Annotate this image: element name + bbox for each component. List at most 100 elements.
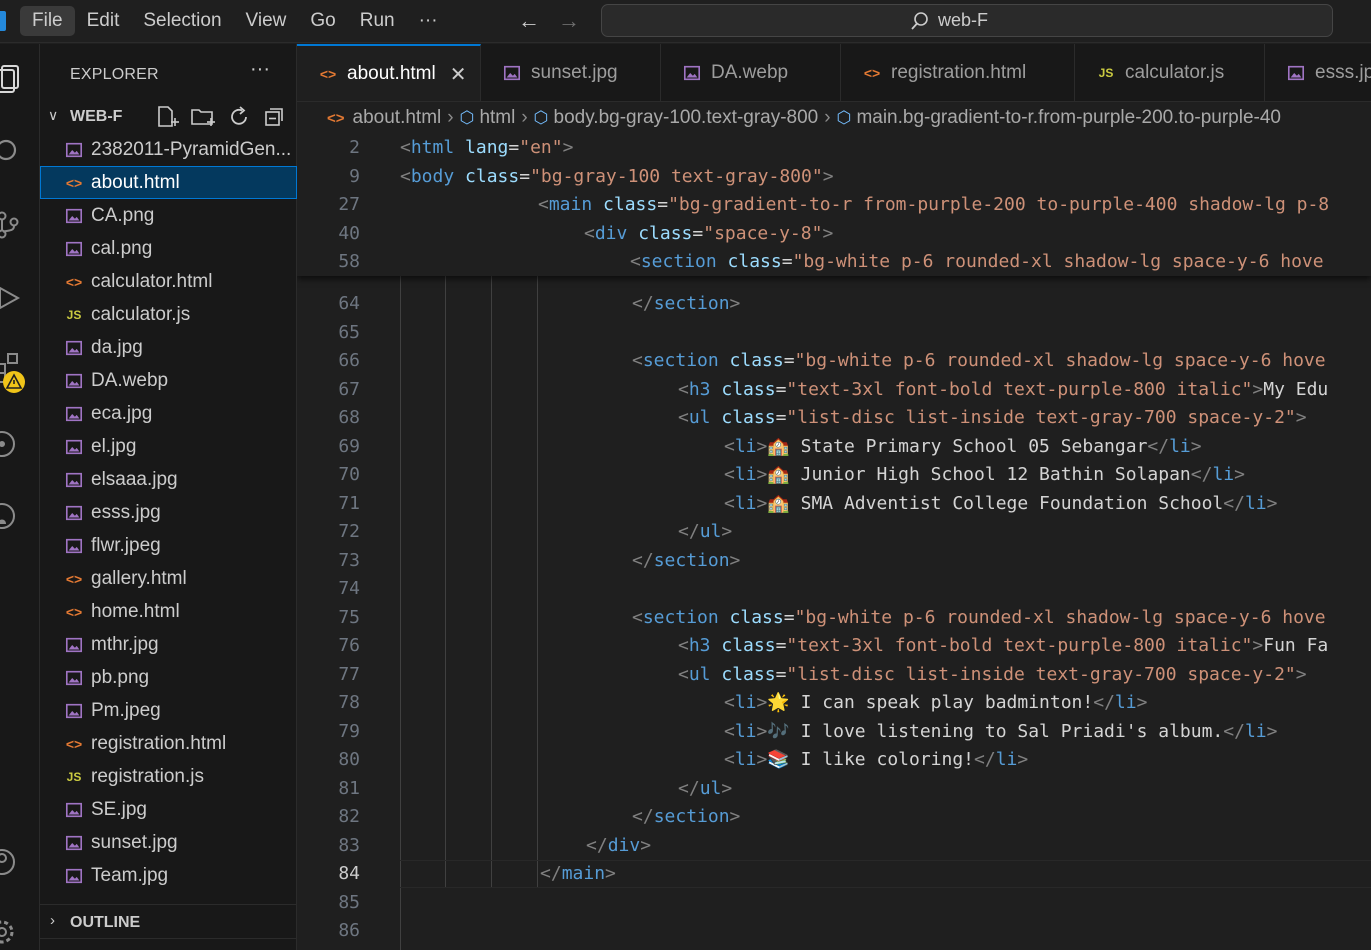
code-line[interactable]: 84 </main>: [297, 860, 1371, 888]
code-text: <ul class="list-disc list-inside text-gr…: [678, 407, 1307, 428]
sticky-line[interactable]: 27 <main class="bg-gradient-to-r from-pur…: [297, 191, 1371, 219]
file-item[interactable]: <> about.html: [40, 166, 297, 199]
file-item[interactable]: JS registration.js: [40, 760, 297, 793]
settings-gear-icon[interactable]: [0, 914, 24, 950]
file-item[interactable]: DA.webp: [40, 364, 297, 397]
file-item[interactable]: esss.jpg: [40, 496, 297, 529]
file-item[interactable]: SE.jpg: [40, 793, 297, 826]
file-item[interactable]: pb.png: [40, 661, 297, 694]
file-item[interactable]: cal.png: [40, 232, 297, 265]
code-line[interactable]: 73 </section>: [297, 547, 1371, 575]
github-icon[interactable]: [0, 498, 24, 534]
file-item[interactable]: <> registration.html: [40, 727, 297, 760]
line-number: 73: [338, 549, 360, 571]
sticky-line[interactable]: 40 <div class="space-y-8">: [297, 220, 1371, 248]
breadcrumb-file[interactable]: about.html: [353, 107, 442, 129]
code-line[interactable]: 77 <ul class="list-disc list-inside text-…: [297, 661, 1371, 689]
editor-tab[interactable]: DA.webp: [661, 44, 841, 101]
file-item[interactable]: JS calculator.js: [40, 298, 297, 331]
run-debug-icon[interactable]: [0, 280, 24, 316]
code-line[interactable]: 85: [297, 889, 1371, 917]
file-item[interactable]: da.jpg: [40, 331, 297, 364]
code-line[interactable]: 65: [297, 319, 1371, 347]
account-icon[interactable]: [0, 844, 24, 880]
search-activity-icon[interactable]: [0, 134, 24, 170]
timeline-section-header[interactable]: [40, 938, 297, 950]
remote-explorer-icon[interactable]: [0, 426, 24, 462]
command-center-search[interactable]: web-F: [601, 4, 1333, 37]
code-line[interactable]: 83 </div>: [297, 832, 1371, 860]
code-text: </section>: [632, 549, 741, 571]
forward-arrow-icon[interactable]: →: [558, 8, 580, 34]
file-item[interactable]: el.jpg: [40, 430, 297, 463]
explorer-icon[interactable]: [0, 64, 24, 100]
source-control-icon[interactable]: [0, 206, 24, 242]
code-line[interactable]: 69 <li>🏫 State Primary School 05 Sebangar…: [297, 433, 1371, 461]
code-editor[interactable]: 2 <html lang="en"> 9 <body class="bg-gray-1…: [297, 134, 1371, 950]
menu-file[interactable]: File: [20, 6, 75, 36]
code-line[interactable]: 81 </ul>: [297, 775, 1371, 803]
sticky-line[interactable]: 9 <body class="bg-gray-100 text-gray-800"…: [297, 163, 1371, 191]
file-name: da.jpg: [91, 336, 143, 358]
new-file-icon[interactable]: [154, 104, 180, 130]
workspace-folder-header[interactable]: ∨ WEB-F: [40, 102, 297, 132]
refresh-icon[interactable]: [226, 104, 252, 130]
code-line[interactable]: 75 <section class="bg-white p-6 rounded-x…: [297, 604, 1371, 632]
file-item[interactable]: 2382011-PyramidGen...: [40, 133, 297, 166]
code-line[interactable]: 71 <li>🏫 SMA Adventist College Foundation…: [297, 490, 1371, 518]
sticky-line[interactable]: 58 <section class="bg-white p-6 rounded-x…: [297, 248, 1371, 276]
file-item[interactable]: Team.jpg: [40, 859, 297, 892]
code-line[interactable]: 79 <li>🎶 I love listening to Sal Priadi's…: [297, 718, 1371, 746]
file-item[interactable]: CA.png: [40, 199, 297, 232]
code-line[interactable]: 72 </ul>: [297, 518, 1371, 546]
close-tab-icon[interactable]: ✕: [450, 62, 467, 87]
file-item[interactable]: flwr.jpeg: [40, 529, 297, 562]
code-line[interactable]: 68 <ul class="list-disc list-inside text-…: [297, 404, 1371, 432]
new-folder-icon[interactable]: [190, 104, 216, 130]
code-text: <ul class="list-disc list-inside text-gr…: [678, 663, 1307, 685]
file-tree: 2382011-PyramidGen... <> about.html CA.png c…: [40, 133, 297, 892]
breadcrumb-main[interactable]: main.bg-gradient-to-r.from-purple-200.to…: [856, 107, 1281, 129]
html-file-icon: <>: [65, 570, 83, 587]
menu-edit[interactable]: Edit: [75, 6, 132, 36]
file-item[interactable]: <> calculator.html: [40, 265, 297, 298]
explorer-more-button[interactable]: ···: [250, 58, 270, 81]
file-item[interactable]: elsaaa.jpg: [40, 463, 297, 496]
sticky-scroll-header[interactable]: 2 <html lang="en"> 9 <body class="bg-gray-1…: [297, 134, 1371, 276]
code-line[interactable]: 86: [297, 917, 1371, 945]
menu-selection[interactable]: Selection: [131, 6, 233, 36]
sticky-line[interactable]: 2 <html lang="en">: [297, 134, 1371, 162]
file-item[interactable]: Pm.jpeg: [40, 694, 297, 727]
editor-tab[interactable]: <> registration.html: [841, 44, 1075, 101]
file-item[interactable]: sunset.jpg: [40, 826, 297, 859]
menu-more[interactable]: ···: [407, 6, 450, 36]
file-item[interactable]: mthr.jpg: [40, 628, 297, 661]
breadcrumb-body[interactable]: body.bg-gray-100.text-gray-800: [554, 107, 819, 129]
back-arrow-icon[interactable]: ←: [518, 8, 540, 34]
code-line[interactable]: 66 <section class="bg-white p-6 rounded-x…: [297, 347, 1371, 375]
editor-tab[interactable]: JS calculator.js: [1075, 44, 1265, 101]
editor-tab[interactable]: <> about.html ✕: [297, 44, 481, 101]
code-line[interactable]: 74: [297, 575, 1371, 603]
code-line[interactable]: 70 <li>🏫 Junior High School 12 Bathin Sol…: [297, 461, 1371, 489]
code-line[interactable]: 82 </section>: [297, 803, 1371, 831]
file-item[interactable]: eca.jpg: [40, 397, 297, 430]
code-line[interactable]: 80 <li>📚 I like coloring!</li>: [297, 746, 1371, 774]
code-line[interactable]: 78 <li>🌟 I can speak play badminton!</li>: [297, 689, 1371, 717]
menu-go[interactable]: Go: [298, 6, 347, 36]
image-file-icon: [63, 700, 85, 722]
code-line[interactable]: 64 </section>: [297, 290, 1371, 318]
editor-tab[interactable]: sunset.jpg: [481, 44, 661, 101]
code-line[interactable]: 67 <h3 class="text-3xl font-bold text-pur…: [297, 376, 1371, 404]
collapse-all-icon[interactable]: [262, 104, 288, 130]
menu-run[interactable]: Run: [348, 6, 407, 36]
breadcrumb-html[interactable]: html: [479, 107, 515, 129]
file-item[interactable]: <> gallery.html: [40, 562, 297, 595]
editor-tab[interactable]: esss.jpg: [1265, 44, 1371, 101]
outline-section-header[interactable]: › OUTLINE: [40, 904, 297, 938]
menu-view[interactable]: View: [234, 6, 299, 36]
code-line[interactable]: 76 <h3 class="text-3xl font-bold text-pur…: [297, 632, 1371, 660]
file-item[interactable]: <> home.html: [40, 595, 297, 628]
tab-label: esss.jpg: [1315, 62, 1371, 83]
menu-bar: File Edit Selection View Go Run ···: [20, 6, 450, 36]
